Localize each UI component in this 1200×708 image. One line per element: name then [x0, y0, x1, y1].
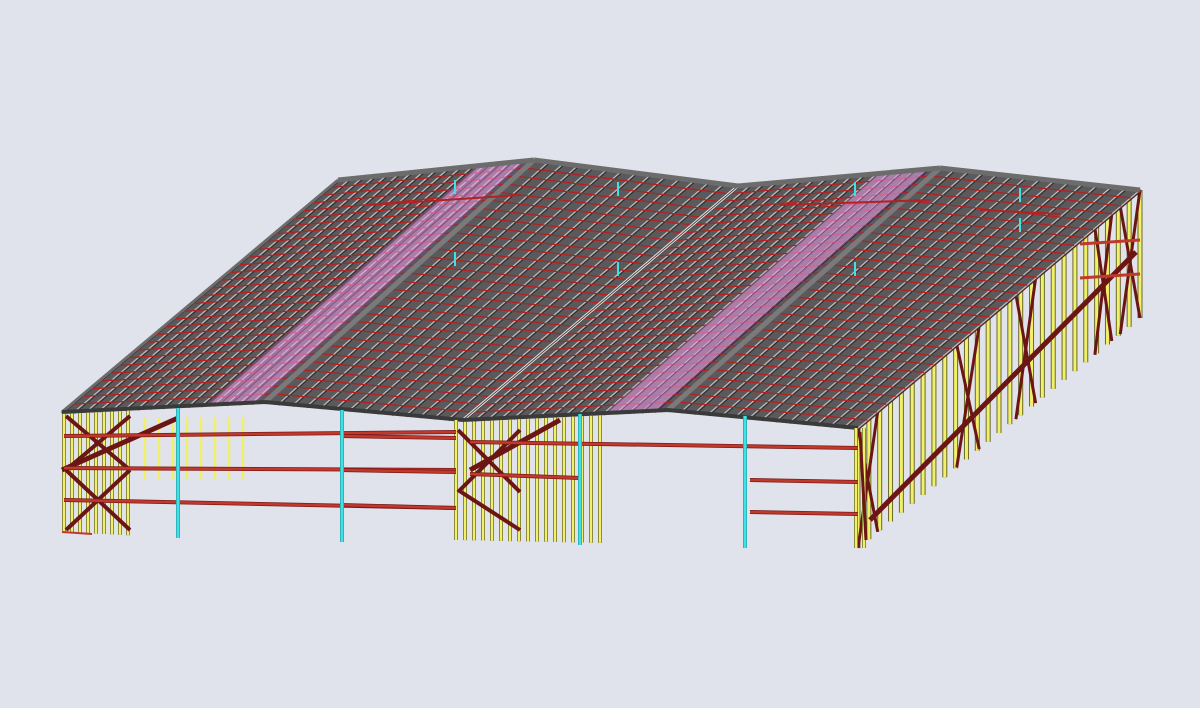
steel-structure-3d-view	[60, 157, 1143, 549]
model-viewport[interactable]	[0, 0, 1200, 708]
front-gable-wall	[60, 400, 868, 548]
